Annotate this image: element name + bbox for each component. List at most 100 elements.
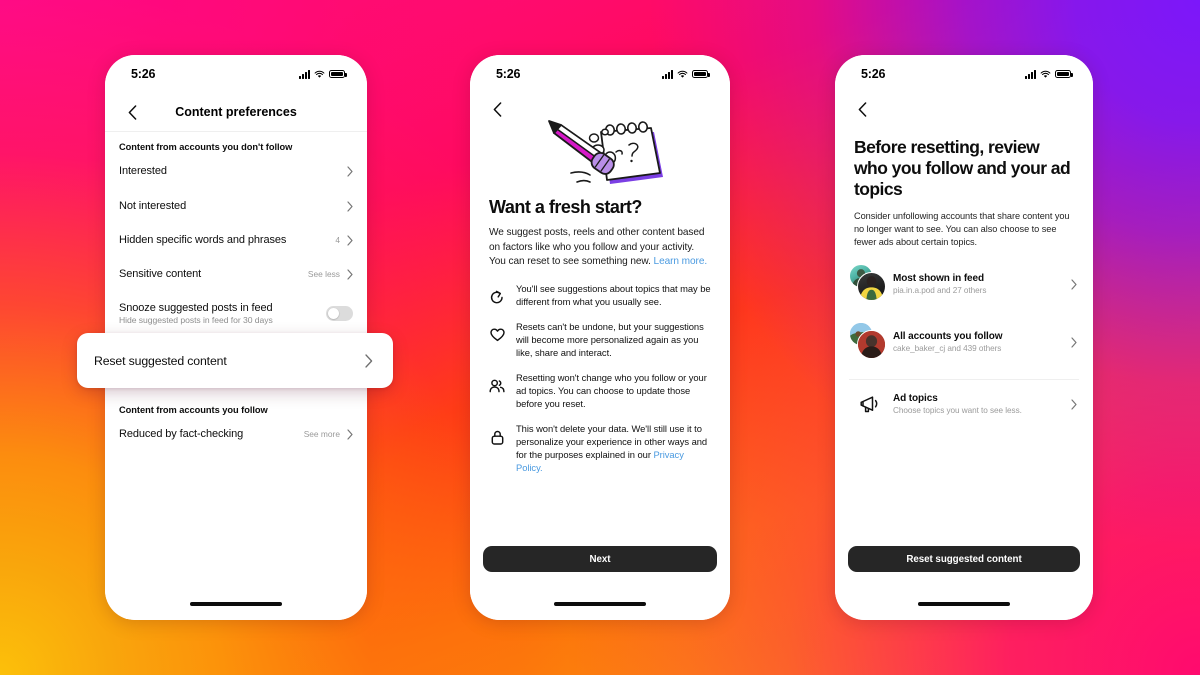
status-bar: 5:26	[470, 55, 730, 85]
intro-paragraph: We suggest posts, reels and other conten…	[489, 226, 711, 269]
chevron-right-icon	[347, 428, 353, 440]
battery-icon	[692, 69, 710, 79]
settings-list: Content from accounts you don't follow I…	[105, 131, 367, 453]
list-item-not-interested[interactable]: Not interested	[105, 189, 367, 223]
battery-icon	[1055, 69, 1073, 79]
chevron-right-icon	[347, 268, 353, 280]
heart-icon	[489, 321, 505, 342]
list-item-text: All accounts you follow cake_baker_cj an…	[893, 331, 1071, 353]
phone-2-want-fresh-start: 5:26 Want a fresh start? We suggest post…	[470, 55, 730, 620]
status-bar: 5:26	[105, 55, 367, 85]
list-item-reduced-fact-checking[interactable]: Reduced by fact-checking See more	[105, 415, 367, 453]
list-item-subtitle: pia.in.a.pod and 27 others	[893, 286, 987, 295]
bullet-text: Resets can't be undone, but your suggest…	[516, 320, 704, 358]
status-bar: 5:26	[835, 55, 1093, 85]
bullet-text: This won't delete your data. We'll still…	[516, 423, 711, 475]
phone2-content: Want a fresh start? We suggest posts, re…	[489, 197, 711, 269]
list-item-subtitle: cake_baker_cj and 439 others	[893, 344, 1002, 353]
list-item-ad-topics[interactable]: Ad topics Choose topics you want to see …	[835, 380, 1093, 424]
list-item-meta: See more	[303, 429, 340, 439]
wifi-icon	[1040, 70, 1051, 78]
cellular-signal-icon	[1025, 69, 1036, 79]
navigation-bar: Content preferences	[105, 99, 367, 125]
home-indicator	[190, 602, 282, 606]
back-button[interactable]	[119, 99, 145, 125]
list-item-title: All accounts you follow	[893, 331, 1003, 342]
chevron-right-icon	[365, 353, 373, 368]
status-bar-clock: 5:26	[496, 67, 521, 81]
instagram-reset-suggested-content-screenshot: { "background": { "colors": { "top_left_…	[0, 0, 1200, 675]
phone3-header: Before resetting, review who you follow …	[854, 137, 1074, 249]
section-header-you-follow: Content from accounts you follow	[119, 405, 268, 415]
list-item-snooze-suggested-posts[interactable]: Snooze suggested posts in feed Hide sugg…	[105, 291, 367, 337]
list-item-label: Reduced by fact-checking	[119, 428, 244, 440]
headline: Want a fresh start?	[489, 197, 642, 217]
bullet-item-privacy: This won't delete your data. We'll still…	[489, 423, 711, 475]
next-button-label: Next	[589, 553, 611, 565]
chevron-right-icon	[347, 165, 353, 177]
status-bar-clock: 5:26	[131, 67, 156, 81]
bullet-item-wont-change-follow: Resetting won't change who you follow or…	[489, 372, 711, 411]
section-header-dont-follow: Content from accounts you don't follow	[119, 142, 293, 152]
list-item-text: Ad topics Choose topics you want to see …	[893, 393, 1071, 415]
list-item-trailing: See less	[307, 268, 353, 280]
chevron-right-icon	[347, 200, 353, 212]
status-bar-icons	[299, 69, 347, 79]
reset-button-label: Reset suggested content	[906, 553, 1022, 565]
refresh-arrow-icon	[489, 283, 505, 305]
lock-icon	[489, 423, 505, 445]
list-item-hidden-words[interactable]: Hidden specific words and phrases 4	[105, 223, 367, 257]
home-indicator	[918, 602, 1010, 606]
bullet-list: You'll see suggestions about topics that…	[489, 283, 711, 475]
chevron-right-icon	[347, 234, 353, 246]
stacked-avatars	[849, 264, 893, 304]
reset-suggested-content-callout[interactable]: Reset suggested content	[77, 333, 393, 388]
list-item-sensitive-content[interactable]: Sensitive content See less	[105, 257, 367, 291]
stacked-avatars	[849, 322, 893, 362]
snooze-text-block: Snooze suggested posts in feed Hide sugg…	[119, 302, 273, 325]
callout-label: Reset suggested content	[94, 353, 227, 368]
next-button[interactable]: Next	[483, 546, 717, 572]
chevron-left-icon	[493, 101, 501, 117]
cellular-signal-icon	[299, 69, 310, 79]
list-item-interested[interactable]: Interested	[105, 152, 367, 189]
megaphone-icon	[849, 394, 893, 414]
wifi-icon	[677, 70, 688, 78]
back-button[interactable]	[849, 96, 875, 122]
learn-more-link[interactable]: Learn more.	[654, 256, 708, 267]
list-item-trailing: See more	[303, 428, 353, 440]
list-item-trailing	[347, 165, 353, 177]
list-item-text: Most shown in feed pia.in.a.pod and 27 o…	[893, 273, 1071, 295]
cellular-signal-icon	[662, 69, 673, 79]
reset-suggested-content-button[interactable]: Reset suggested content	[848, 546, 1080, 572]
list-item-label: Sensitive content	[119, 268, 202, 280]
list-item-most-shown-in-feed[interactable]: Most shown in feed pia.in.a.pod and 27 o…	[835, 255, 1093, 313]
list-item-all-accounts-you-follow[interactable]: All accounts you follow cake_baker_cj an…	[835, 313, 1093, 371]
snooze-toggle[interactable]	[326, 306, 353, 321]
bullet-text: Resetting won't change who you follow or…	[516, 371, 707, 409]
list-item-meta: See less	[307, 269, 340, 279]
snooze-sublabel: Hide suggested posts in feed for 30 days	[119, 315, 273, 325]
pencil-erasing-notepad-illustration	[470, 118, 730, 192]
home-indicator	[554, 602, 646, 606]
status-bar-clock: 5:26	[861, 67, 886, 81]
chevron-right-icon	[1071, 398, 1077, 410]
avatar	[857, 330, 886, 359]
status-bar-icons	[662, 69, 710, 79]
bullet-item-suggestions: You'll see suggestions about topics that…	[489, 283, 711, 309]
bullet-text: You'll see suggestions about topics that…	[516, 283, 711, 307]
wifi-icon	[314, 70, 325, 78]
chevron-left-icon	[858, 101, 866, 117]
snooze-label: Snooze suggested posts in feed	[119, 302, 273, 314]
toggle-knob	[327, 307, 340, 320]
list-item-label: Hidden specific words and phrases	[119, 234, 287, 246]
list-item-label: Not interested	[119, 200, 187, 212]
list-item-trailing	[347, 200, 353, 212]
list-item-trailing: 4	[335, 234, 353, 246]
list-item-title: Ad topics	[893, 393, 938, 404]
review-list: Most shown in feed pia.in.a.pod and 27 o…	[835, 255, 1093, 424]
headline: Before resetting, review who you follow …	[854, 137, 1071, 199]
list-item-subtitle: Choose topics you want to see less.	[893, 406, 1022, 415]
chevron-left-icon	[128, 104, 136, 120]
people-group-icon	[489, 372, 505, 393]
